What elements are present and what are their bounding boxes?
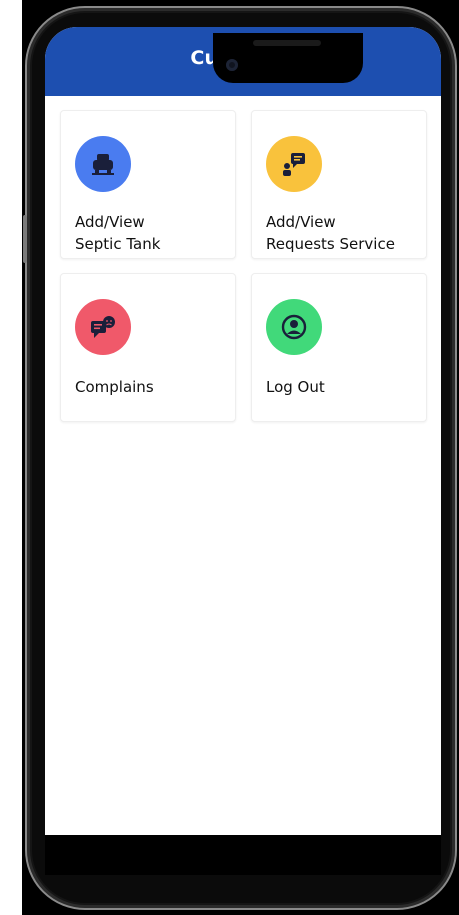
service-request-icon	[266, 136, 322, 192]
phone-speaker	[253, 40, 321, 46]
app-screen: Customer Add/View Septic Tank	[45, 27, 441, 835]
phone-bottom-bezel	[45, 835, 441, 875]
card-label: Add/View Septic Tank	[75, 213, 161, 253]
complaint-icon	[75, 299, 131, 355]
card-label: Add/View Requests Service	[266, 213, 395, 253]
card-septic-tank[interactable]: Add/View Septic Tank	[60, 110, 236, 259]
septic-tank-icon	[75, 136, 131, 192]
card-label: Log Out	[266, 378, 325, 396]
user-logout-icon	[266, 299, 322, 355]
phone-side-button	[23, 215, 27, 263]
card-label: Complains	[75, 378, 154, 396]
card-complains[interactable]: Complains	[60, 273, 236, 422]
card-log-out[interactable]: Log Out	[251, 273, 427, 422]
front-camera	[226, 59, 238, 71]
card-requests-service[interactable]: Add/View Requests Service	[251, 110, 427, 259]
